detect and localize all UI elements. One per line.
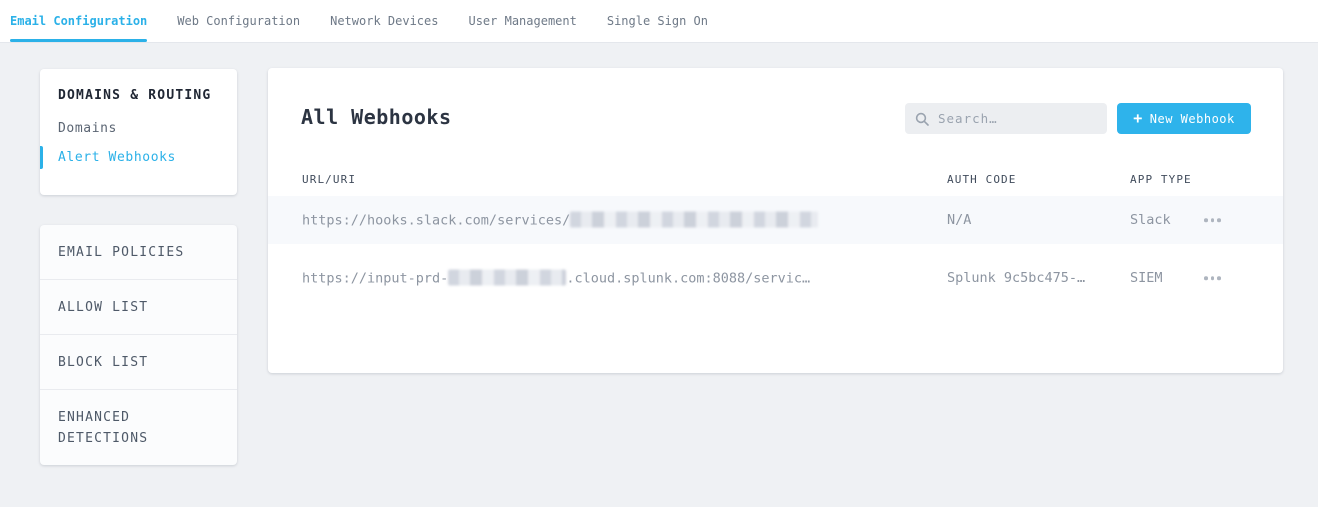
ellipsis-icon (1217, 218, 1221, 222)
new-webhook-button[interactable]: + New Webhook (1117, 103, 1251, 134)
webhook-url: https://input-prd- .cloud.splunk.com:8088… (302, 270, 810, 287)
webhook-auth-code: N/A (947, 212, 971, 228)
ellipsis-icon (1204, 276, 1208, 280)
tab-network-devices[interactable]: Network Devices (330, 0, 438, 42)
sidebar-item-alert-webhooks[interactable]: Alert Webhooks (40, 145, 237, 170)
table-row: https://input-prd- .cloud.splunk.com:8088… (268, 244, 1283, 312)
column-header-app-type: APP TYPE (1130, 173, 1192, 186)
ellipsis-icon (1211, 276, 1215, 280)
table-row: https://hooks.slack.com/services/ N/A Sl… (268, 196, 1283, 244)
webhook-app-type: Slack (1130, 212, 1171, 228)
webhooks-panel: All Webhooks + New Webhook URL/URI AUTH … (268, 68, 1283, 373)
ellipsis-icon (1211, 218, 1215, 222)
sidebar-item-block-list[interactable]: BLOCK LIST (40, 334, 237, 389)
tab-single-sign-on[interactable]: Single Sign On (607, 0, 708, 42)
search-input[interactable] (938, 111, 1106, 126)
plus-icon: + (1133, 111, 1143, 126)
table-header: URL/URI AUTH CODE APP TYPE (268, 173, 1283, 196)
domains-routing-card: DOMAINS & ROUTING Domains Alert Webhooks (40, 69, 237, 195)
sidebar-item-allow-list[interactable]: ALLOW LIST (40, 279, 237, 334)
webhook-url-text: https://input-prd- (302, 271, 448, 287)
ellipsis-icon (1204, 218, 1208, 222)
tab-user-management[interactable]: User Management (468, 0, 576, 42)
sidebar-item-email-policies[interactable]: EMAIL POLICIES (40, 225, 237, 279)
sidebar-item-enhanced-detections[interactable]: ENHANCED DETECTIONS (40, 389, 237, 465)
sidebar-sections-card: EMAIL POLICIES ALLOW LIST BLOCK LIST ENH… (40, 225, 237, 465)
page-title: All Webhooks (301, 105, 452, 129)
new-webhook-label: New Webhook (1150, 112, 1235, 126)
tab-web-configuration[interactable]: Web Configuration (177, 0, 300, 42)
webhook-url-text: .cloud.splunk.com:8088/servic… (566, 271, 810, 287)
tab-email-configuration[interactable]: Email Configuration (10, 0, 147, 42)
webhook-auth-code: Splunk 9c5bc475-… (947, 270, 1085, 286)
column-header-auth-code: AUTH CODE (947, 173, 1017, 186)
row-actions-menu[interactable] (1200, 270, 1225, 286)
row-actions-menu[interactable] (1200, 212, 1225, 228)
webhook-url: https://hooks.slack.com/services/ (302, 212, 818, 229)
webhook-search (905, 103, 1107, 134)
sidebar-item-domains[interactable]: Domains (40, 116, 237, 141)
ellipsis-icon (1217, 276, 1221, 280)
domains-routing-title: DOMAINS & ROUTING (40, 88, 237, 103)
redacted-url-segment (448, 270, 566, 286)
webhook-url-text: https://hooks.slack.com/services/ (302, 213, 570, 229)
webhook-app-type: SIEM (1130, 270, 1163, 286)
search-icon (915, 112, 929, 126)
redacted-url-segment (570, 212, 818, 228)
column-header-url: URL/URI (302, 173, 356, 186)
top-navigation: Email Configuration Web Configuration Ne… (0, 0, 1318, 43)
